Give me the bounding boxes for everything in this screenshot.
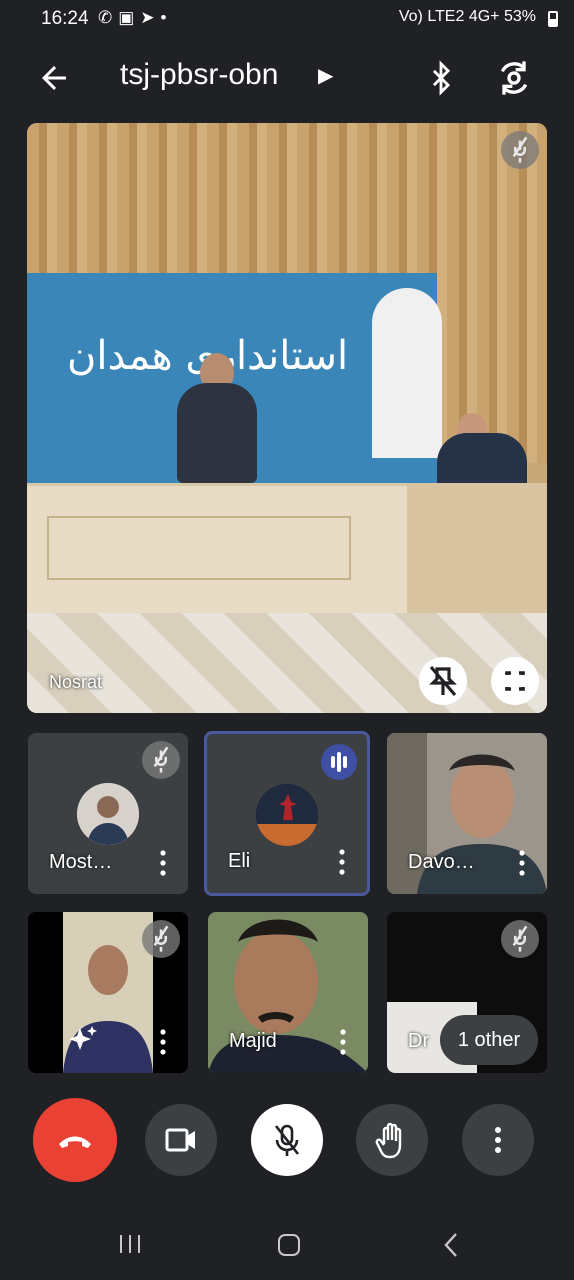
video-floor	[27, 613, 547, 713]
video-side-table	[407, 483, 547, 613]
microphone-toggle-button[interactable]	[251, 1104, 323, 1176]
others-chip[interactable]: 1 other	[440, 1015, 538, 1065]
more-options-button[interactable]	[462, 1104, 534, 1176]
participant-name: Davo…	[408, 851, 475, 873]
camera-toggle-button[interactable]	[145, 1104, 217, 1176]
end-call-button[interactable]	[33, 1098, 117, 1182]
mic-off-icon	[501, 131, 539, 169]
more-vert-icon	[495, 1127, 501, 1153]
switch-camera-icon[interactable]	[494, 58, 534, 98]
mic-off-icon	[142, 741, 180, 779]
participant-tile-speaking[interactable]: Eli	[204, 731, 370, 896]
more-options-icon[interactable]	[160, 850, 166, 876]
raise-hand-icon	[375, 1122, 402, 1159]
main-participant-name: Nosrat	[49, 672, 103, 692]
avatar	[77, 783, 139, 845]
battery-percent: 53%	[503, 8, 536, 25]
participant-name: Eli	[228, 850, 251, 872]
notification-icons: ✆▣➤•	[98, 8, 173, 27]
mic-off-icon	[274, 1124, 300, 1156]
more-options-icon[interactable]	[340, 1029, 346, 1055]
fullscreen-button[interactable]	[491, 657, 539, 705]
hang-up-icon	[59, 1136, 91, 1148]
system-navigation-bar	[0, 1206, 574, 1280]
status-network: Vo) LTE2 4G+ 53%	[399, 8, 536, 26]
meeting-code-title[interactable]: tsj-pbsr-obn	[120, 58, 278, 92]
more-options-icon[interactable]	[160, 1029, 166, 1055]
mic-off-icon	[142, 920, 180, 958]
mic-off-icon	[501, 920, 539, 958]
home-icon[interactable]	[278, 1234, 300, 1256]
call-header: tsj-pbsr-obn ▶	[0, 40, 574, 116]
effects-sparkle-icon	[69, 1026, 97, 1050]
participant-name: Majid	[229, 1030, 277, 1052]
back-arrow-icon[interactable]	[36, 60, 72, 96]
video-table	[27, 483, 427, 616]
more-options-icon[interactable]	[519, 850, 525, 876]
network-label: Vo) LTE2 4G+	[398, 8, 500, 25]
speaking-indicator-icon	[321, 744, 357, 780]
participant-tile[interactable]: Majid	[208, 912, 368, 1073]
recents-icon[interactable]	[118, 1234, 142, 1254]
video-camera-icon	[165, 1128, 195, 1152]
unpin-icon	[429, 665, 457, 697]
participant-tile[interactable]	[28, 912, 188, 1073]
battery-icon	[548, 11, 558, 27]
participant-name: Dr	[408, 1030, 430, 1052]
bluetooth-audio-icon[interactable]	[424, 58, 458, 98]
back-nav-icon[interactable]	[442, 1232, 460, 1258]
more-options-icon[interactable]	[339, 849, 345, 875]
raise-hand-button[interactable]	[356, 1104, 428, 1176]
video-person	[177, 383, 257, 483]
participant-name: Most…	[49, 851, 113, 873]
call-controls	[0, 1098, 574, 1182]
chevron-right-icon[interactable]: ▶	[318, 63, 333, 88]
unpin-button[interactable]	[419, 657, 467, 705]
participant-tile[interactable]: Most…	[28, 733, 188, 894]
table-panel	[47, 516, 351, 580]
participant-tile[interactable]: Davo…	[387, 733, 547, 894]
status-bar: 16:24 ✆▣➤• Vo) LTE2 4G+ 53%	[0, 0, 574, 36]
fullscreen-icon	[505, 671, 525, 691]
avatar	[256, 784, 318, 846]
main-video-tile[interactable]: استانداری همدان Nosrat	[27, 123, 547, 713]
video-flag	[372, 288, 442, 458]
status-time: 16:24	[41, 8, 89, 29]
